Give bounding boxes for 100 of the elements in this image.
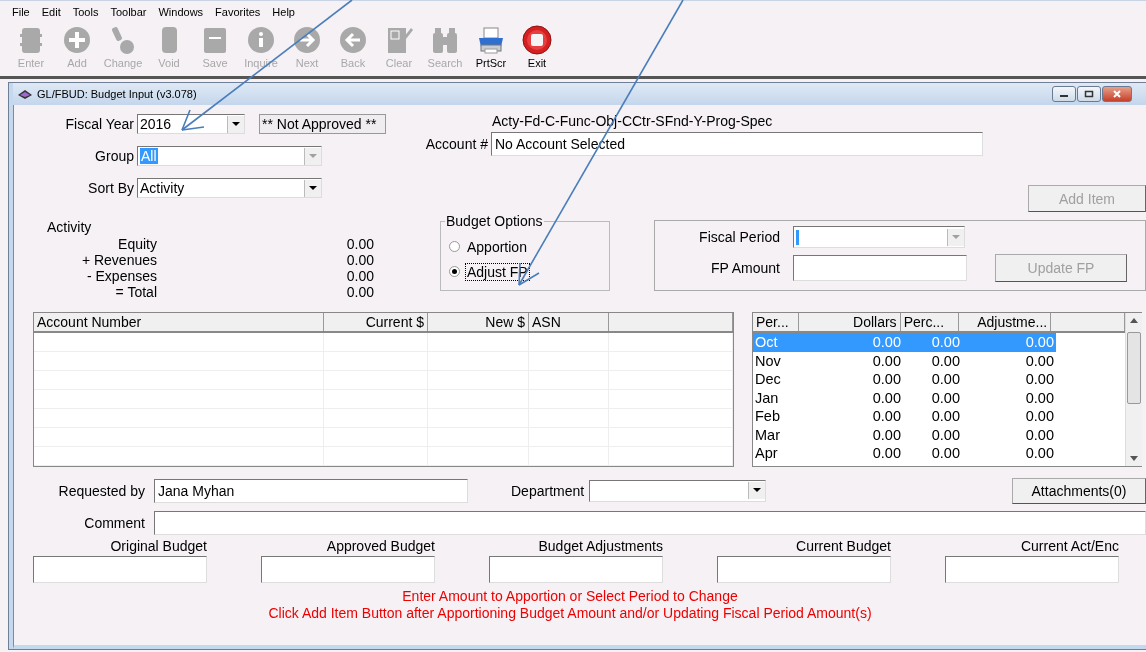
exit-icon <box>522 25 552 55</box>
approval-status: ** Not Approved ** <box>259 114 386 134</box>
field-label: Fiscal Period <box>698 229 781 245</box>
scroll-down-icon <box>1130 456 1138 461</box>
amount-field[interactable] <box>945 556 1119 583</box>
binoculars-icon <box>430 25 460 55</box>
table-cell-text: 0.00 <box>930 388 961 407</box>
table-cell-text: 0.00 <box>930 370 961 389</box>
section-label: Activity <box>47 219 93 235</box>
window-title: GL/FBUD: Budget Input (v3.078) <box>37 88 198 100</box>
scrollbar[interactable] <box>1125 313 1142 466</box>
amount-field[interactable] <box>261 556 435 583</box>
radio-button[interactable] <box>449 241 460 252</box>
department-dropdown[interactable] <box>589 479 767 502</box>
plus-circle-icon <box>62 25 92 55</box>
amount-field[interactable] <box>33 556 207 583</box>
table-cell-text: 0.00 <box>1024 388 1055 407</box>
dropdown-arrow-icon <box>952 234 960 240</box>
toolbar-button[interactable]: Exit <box>514 22 560 70</box>
table-cell-text: 0.00 <box>871 351 902 370</box>
dropdown-arrow-icon <box>232 121 240 127</box>
summary-value: 0.00 <box>345 236 374 252</box>
field-label: Group <box>94 148 135 164</box>
table-cell: 0.00 <box>962 333 1056 352</box>
restore-button[interactable] <box>1077 86 1101 102</box>
field-label: Budget Adjustments <box>537 538 663 556</box>
radio-button[interactable] <box>449 266 460 277</box>
table-cell-text: Feb <box>754 407 781 426</box>
field-label: Fiscal Year <box>64 116 135 132</box>
table-cell-text: 0.00 <box>930 351 961 370</box>
table-cell: Oct <box>753 333 800 352</box>
minimize-button[interactable] <box>1052 86 1076 102</box>
field-label: Comment <box>83 515 146 531</box>
field-label: Account # <box>424 136 489 152</box>
restore-icon <box>1084 90 1094 98</box>
amount-field[interactable] <box>717 556 891 583</box>
sort-by-dropdown[interactable]: Activity <box>137 178 322 198</box>
menu-item[interactable]: Favorites <box>209 3 267 20</box>
radio-label[interactable]: Apportion <box>466 238 528 255</box>
summary-label: - Expenses <box>85 268 157 284</box>
table-cell-text: Mar <box>754 425 781 444</box>
table-cell-text: Dec <box>754 370 782 389</box>
table-cell: 0.00 <box>800 333 903 352</box>
info-icon <box>246 25 276 55</box>
summary-value: 0.00 <box>345 252 374 268</box>
table-cell-text: 0.00 <box>1024 370 1055 389</box>
table-cell-text: Nov <box>754 351 782 370</box>
table-cell-text: 0.00 <box>1024 444 1055 463</box>
summary-value: 0.00 <box>345 268 374 284</box>
column-header[interactable]: ASN <box>529 313 609 331</box>
toolbar-button[interactable]: PrtScr <box>468 22 514 70</box>
table-cell-text: 0.00 <box>871 388 902 407</box>
summary-label: = Total <box>114 284 157 300</box>
menu-item[interactable]: Toolbar <box>104 3 153 20</box>
column-header[interactable]: Account Number <box>34 313 324 331</box>
dropdown-arrow-icon <box>753 488 762 493</box>
table-cell-text: 0.00 <box>930 425 961 444</box>
table-cell-text: Apr <box>754 444 779 463</box>
fp-amount-field[interactable] <box>793 255 967 281</box>
summary-label: + Revenues <box>80 252 157 268</box>
instruction-text: Enter Amount to Apportion or Select Period to Change <box>402 588 738 605</box>
fiscal-year-dropdown[interactable]: 2016 <box>137 114 245 134</box>
attachments-button[interactable]: Attachments(0) <box>1012 477 1146 504</box>
field-label: Current Act/Enc <box>1019 538 1119 556</box>
instruction-text: Click Add Item Button after Apportioning Budget Amount and/or Updating Fiscal Period Amount(s) <box>268 605 872 622</box>
printer-icon <box>476 25 506 55</box>
menu-item[interactable]: Windows <box>152 3 210 20</box>
summary-label: Equity <box>117 236 157 252</box>
table-cell-text: 0.00 <box>871 444 902 463</box>
menu-item[interactable]: File <box>6 3 36 20</box>
table-cell: 0.00 <box>903 333 962 352</box>
requested-by-field[interactable]: Jana Myhan <box>154 478 468 503</box>
menu-item[interactable]: Edit <box>35 3 67 20</box>
menu-item[interactable]: Tools <box>66 3 105 20</box>
field-label: Original Budget <box>109 538 207 556</box>
table-cell-text: 0.00 <box>1024 351 1055 370</box>
menu-item[interactable]: Help <box>266 3 301 20</box>
table-cell-text: 0.00 <box>871 370 902 389</box>
field-label: Department <box>511 482 586 499</box>
field-label: Sort By <box>87 180 135 196</box>
group-title: Budget Options <box>445 213 544 229</box>
table-cell-text: Jan <box>754 388 780 407</box>
table-cell-text: 0.00 <box>871 425 902 444</box>
field-label: Current Budget <box>795 538 891 556</box>
app-icon <box>17 88 33 100</box>
table-cell-text: 0.00 <box>871 407 902 426</box>
dropdown-arrow-icon <box>309 153 317 159</box>
table-cell-text: 0.00 <box>930 444 961 463</box>
comment-field[interactable] <box>154 511 1146 535</box>
summary-value: 0.00 <box>345 284 374 300</box>
scroll-up-icon <box>1130 318 1138 323</box>
field-label: FP Amount <box>710 260 781 276</box>
field-label: Requested by <box>57 482 146 499</box>
table-cell-text: 0.00 <box>1024 425 1055 444</box>
close-button[interactable] <box>1102 86 1132 102</box>
close-icon <box>1112 90 1122 98</box>
dropdown-arrow-icon <box>309 185 317 191</box>
amount-field[interactable] <box>489 556 663 583</box>
table-cell-text: 0.00 <box>930 407 961 426</box>
table-cell-text: 0.00 <box>1024 407 1055 426</box>
